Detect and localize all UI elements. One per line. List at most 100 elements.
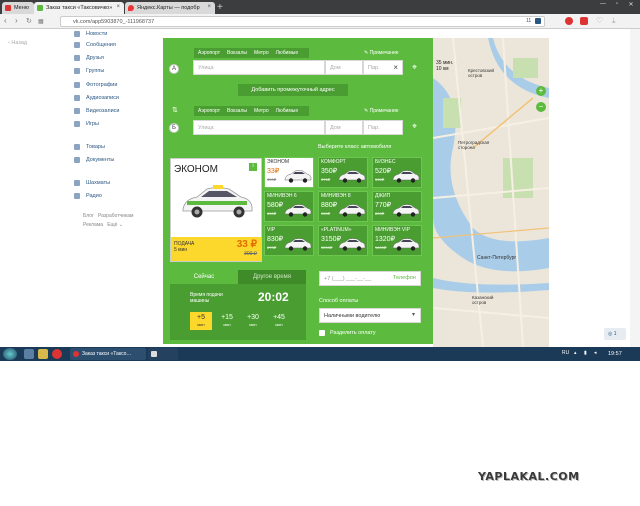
tab-taxi[interactable]: Заказ такси «Таксовичко» × <box>34 2 124 14</box>
sidebar-item-video[interactable]: Видеозаписи <box>74 108 119 114</box>
sidebar-item-radio[interactable]: Радио <box>74 193 102 199</box>
groups-icon <box>74 68 80 74</box>
tab-now[interactable]: Сейчас <box>170 270 238 284</box>
class-option-4[interactable]: МИНИВЭН 8 880₽ 920₽ <box>318 191 368 222</box>
sidebar-item-label: Фотографии <box>86 82 118 88</box>
close-tab-icon[interactable]: × <box>116 4 120 10</box>
shortcut-metro[interactable]: Метро <box>254 50 269 56</box>
back-icon[interactable]: ‹ <box>4 16 7 25</box>
time-plus-45[interactable]: +45 мин <box>268 312 290 330</box>
close-window-button[interactable]: ✕ <box>624 1 638 9</box>
sidebar-item-label: Группы <box>86 68 105 74</box>
class-option-3[interactable]: МИНИВЭН 6 580₽ 600₽ <box>264 191 314 222</box>
sidebar-item-messages[interactable]: Сообщения <box>74 42 116 48</box>
volume-icon[interactable]: ◂ <box>594 350 597 356</box>
tab-other-time[interactable]: Другое время <box>238 270 306 284</box>
back-link[interactable]: ‹ Назад <box>8 40 27 46</box>
adblock-icon[interactable] <box>565 17 573 25</box>
split-checkbox[interactable] <box>319 330 325 336</box>
sidebar-item-docs[interactable]: Документы <box>74 157 114 163</box>
shortcut-favorites[interactable]: Любимые <box>276 50 299 56</box>
forward-icon[interactable]: › <box>15 16 18 25</box>
class-option-7[interactable]: «PLATINUM» 3150₽ 3200₽ <box>318 225 368 256</box>
network-icon[interactable]: ▮ <box>584 350 587 356</box>
map-eta: 35 мин. 10 км <box>436 60 454 72</box>
time-unit: мин <box>197 322 205 327</box>
class-option-2[interactable]: БИЗНЕС 520₽ 550₽ <box>372 157 422 188</box>
sidebar-item-audio[interactable]: Аудиозаписи <box>74 95 119 101</box>
sidebar-item-chess[interactable]: Шахматы <box>74 180 110 186</box>
tab-menu[interactable]: Меню <box>2 2 34 14</box>
zoom-in-button[interactable]: + <box>536 86 546 96</box>
heart-icon[interactable]: ♡ <box>596 16 603 25</box>
placeholder: Дом <box>330 125 341 131</box>
new-tab-button[interactable]: + <box>217 2 223 13</box>
shortcut-favorites[interactable]: Любимые <box>276 108 299 114</box>
sidebar-item-groups[interactable]: Группы <box>74 68 105 74</box>
close-tab-icon[interactable]: × <box>207 4 211 10</box>
info-icon[interactable]: i <box>249 163 257 171</box>
reload-icon[interactable]: ↻ <box>26 17 32 25</box>
class-option-1[interactable]: КОМФОРТ 350₽ 370₽ <box>318 157 368 188</box>
class-option-0[interactable]: ЭКОНОМ 33₽ 300₽ <box>264 157 314 188</box>
split-label: Разделить оплату <box>330 330 376 336</box>
taskbar-item-taxi[interactable]: Заказ такси «Таксо… <box>70 348 146 360</box>
locate-icon[interactable]: ⌖ <box>412 121 417 132</box>
payment-select[interactable]: Наличными водителю <box>319 308 421 323</box>
entrance-input-b[interactable]: Пар. <box>363 120 403 135</box>
class-price: 520₽ <box>375 168 392 175</box>
start-button[interactable] <box>3 348 17 360</box>
class-option-6[interactable]: VIP 830₽ 870₽ <box>264 225 314 256</box>
shortcut-airport[interactable]: Аэропорт <box>198 108 220 114</box>
explorer-icon[interactable] <box>24 349 34 359</box>
entrance-input-a[interactable]: Пар. × <box>363 60 403 75</box>
add-intermediate-button[interactable]: Добавить промежуточный адрес <box>238 84 348 96</box>
tray-arrow-icon[interactable]: ▴ <box>574 350 577 356</box>
tab-yandex-maps[interactable]: Яндекс.Карты — подобр × <box>125 2 215 14</box>
page-scrollbar[interactable] <box>630 29 640 347</box>
shield-icon[interactable] <box>535 18 541 24</box>
opera-icon[interactable] <box>52 349 62 359</box>
download-icon[interactable]: ⤓ <box>612 16 616 26</box>
sidebar-item-label: Товары <box>86 144 105 150</box>
speed-dial-icon[interactable]: ▦ <box>38 18 44 25</box>
shortcut-stations[interactable]: Вокзалы <box>227 50 247 56</box>
url-field[interactable]: vk.com/app5903870_-111968737 <box>60 16 545 27</box>
point-b-shortcuts: Аэропорт Вокзалы Метро Любимые <box>194 106 310 116</box>
sidebar-item-photos[interactable]: Фотографии <box>74 82 118 88</box>
zoom-out-button[interactable]: − <box>536 102 546 112</box>
class-option-8[interactable]: МИНИВЭН VIP 1320₽ 1400₽ <box>372 225 422 256</box>
time-plus-15[interactable]: +15 мин <box>216 312 238 330</box>
language-indicator[interactable]: RU <box>562 350 569 356</box>
swap-icon[interactable]: ⇅ <box>172 106 178 114</box>
note-link-a[interactable]: ✎ Примечание <box>364 50 399 56</box>
clear-icon[interactable]: × <box>393 63 398 72</box>
sidebar-footer-links[interactable]: Блог Разработчикам Реклама Ещё ⌄ <box>83 212 133 230</box>
chat-button[interactable]: ◎ 1 <box>604 328 626 340</box>
sidebar-item-goods[interactable]: Товары <box>74 144 105 150</box>
extension-icon[interactable] <box>580 17 588 25</box>
street-input-b[interactable]: Улица <box>193 120 325 135</box>
selected-class-card: ЭКОНОМ i ПОДАЧА 5 мин 33 ₽ 300 ₽ <box>170 158 262 262</box>
watermark: YAPLAKAL.COM <box>478 470 580 483</box>
map-pin-icon <box>128 5 134 11</box>
sidebar-item-games[interactable]: Игры <box>74 121 99 127</box>
class-old-price: 370₽ <box>321 177 331 182</box>
time-plus-5[interactable]: +5 мин <box>190 312 212 330</box>
street-input-a[interactable]: Улица <box>193 60 325 75</box>
minimize-button[interactable]: — <box>596 1 610 9</box>
sidebar-item-friends[interactable]: Друзья <box>74 55 104 61</box>
house-input-a[interactable]: Дом <box>325 60 363 75</box>
shortcut-airport[interactable]: Аэропорт <box>198 50 220 56</box>
time-plus-30[interactable]: +30 мин <box>242 312 264 330</box>
shortcut-metro[interactable]: Метро <box>254 108 269 114</box>
class-option-5[interactable]: ДЖИП 770₽ 800₽ <box>372 191 422 222</box>
taskbar-item-maps[interactable] <box>148 348 178 360</box>
sidebar-item-news[interactable]: Новости <box>74 31 107 37</box>
locate-icon[interactable]: ⌖ <box>412 62 417 73</box>
maximize-button[interactable]: ▫ <box>610 1 624 9</box>
house-input-b[interactable]: Дом <box>325 120 363 135</box>
shortcut-stations[interactable]: Вокзалы <box>227 108 247 114</box>
folder-icon[interactable] <box>38 349 48 359</box>
note-link-b[interactable]: ✎ Примечание <box>364 108 399 114</box>
